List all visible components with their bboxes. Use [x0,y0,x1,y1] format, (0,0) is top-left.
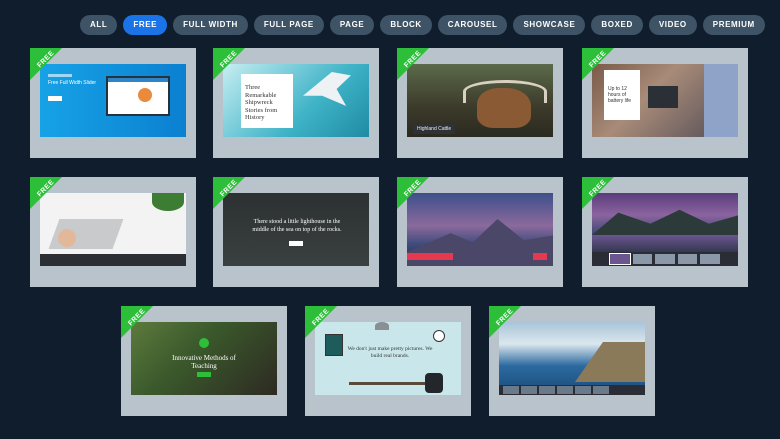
cliff-shape [575,342,645,382]
thumbnail-strip [592,252,738,266]
preview-button [197,372,211,377]
filter-showcase[interactable]: SHOWCASE [513,15,586,35]
lamp-shape [375,322,389,330]
slider-card-3[interactable]: Highland Cattle FREE [397,48,563,158]
slider-card-8[interactable]: FREE [582,177,748,287]
slider-card-4[interactable]: Up to 12 hours of battery life FREE [582,48,748,158]
filter-page[interactable]: PAGE [329,15,375,35]
preview-heading: We don't just make pretty pictures. We b… [347,346,433,359]
hand-shape [58,229,76,247]
logo-circle [199,338,209,348]
filter-all[interactable]: ALL [80,15,118,35]
preview-button [48,96,62,101]
slider-card-9[interactable]: Innovative Methods of Teaching FREE [121,306,287,416]
filter-premium[interactable]: PREMIUM [702,15,765,35]
preview-heading: Innovative Methods of Teaching [172,354,236,370]
slider-card-6[interactable]: There stood a little lighthouse in the m… [213,177,379,287]
slider-card-10[interactable]: We don't just make pretty pictures. We b… [305,306,471,416]
filter-carousel[interactable]: CAROUSEL [437,15,508,35]
preview-heading: There stood a little lighthouse in the m… [252,219,342,233]
caption-band [407,253,453,260]
laptop-shape [648,86,678,108]
slider-card-11[interactable]: FREE [489,306,655,416]
filter-free[interactable]: FREE [123,15,168,35]
chair-shape [425,373,443,393]
mountain-shape [592,209,738,235]
laptop-mockup [106,76,170,116]
preview-heading: Free Full Width Slider [48,80,97,86]
thumbnail-strip [499,385,645,395]
nav-band [533,253,547,260]
clock-icon [433,330,445,342]
slider-card-5[interactable]: FREE [30,177,196,287]
preview-heading: Up to 12 hours of battery life [608,86,632,104]
desk-shape [349,382,425,385]
filter-full-width[interactable]: FULL WIDTH [173,15,248,35]
filter-bar: ALL FREE FULL WIDTH FULL PAGE PAGE BLOCK… [80,15,765,35]
thumbnail-strip [40,254,186,266]
airplane-image [303,72,351,106]
cattle-shape [477,88,531,128]
preview-heading: Three Remarkable Shipwreck Stories from … [245,84,278,121]
filter-block[interactable]: BLOCK [380,15,432,35]
preview-button [289,241,303,246]
person-shape [704,64,738,137]
filter-boxed[interactable]: BOXED [591,15,643,35]
plant-shape [152,193,184,211]
slider-card-1[interactable]: Free Full Width Slider FREE [30,48,196,158]
filter-video[interactable]: VIDEO [648,15,697,35]
filter-full-page[interactable]: FULL PAGE [253,15,324,35]
preview-caption: Highland Cattle [413,124,456,134]
slider-card-7[interactable]: FREE [397,177,563,287]
slider-card-2[interactable]: Three Remarkable Shipwreck Stories from … [213,48,379,158]
